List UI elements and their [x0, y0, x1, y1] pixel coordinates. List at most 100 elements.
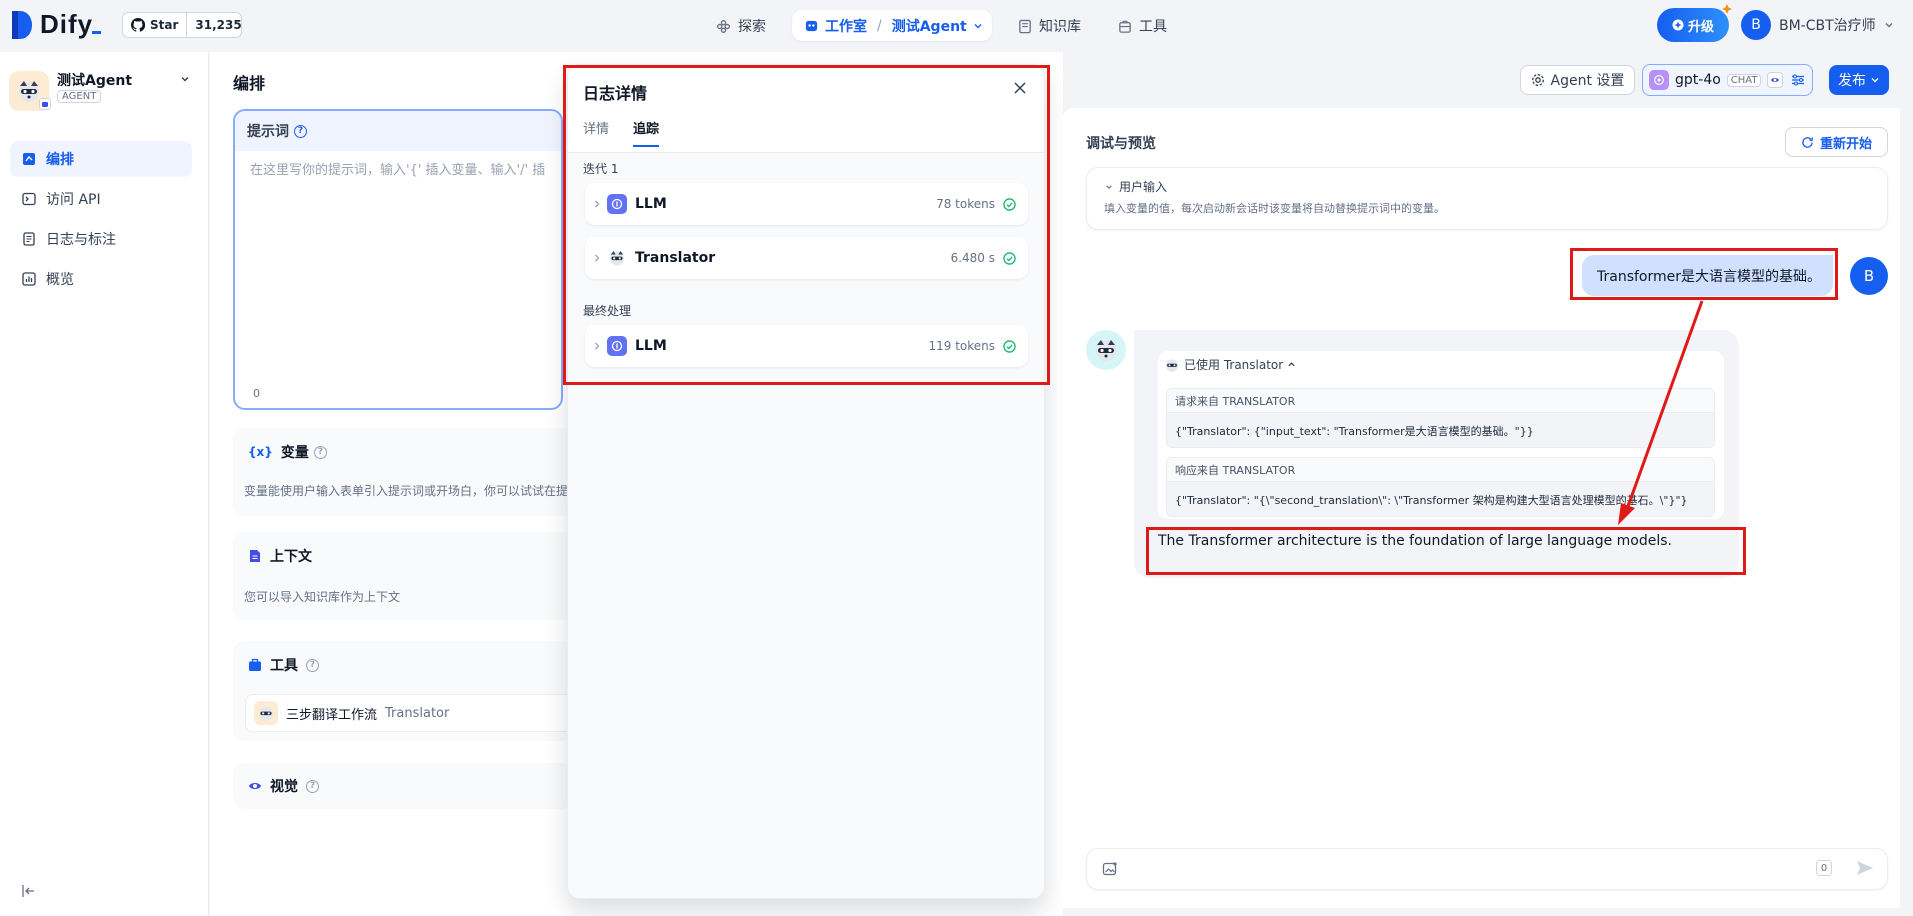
nav-separator: /	[877, 17, 882, 34]
nav-tools-label: 工具	[1139, 19, 1167, 35]
user-input-card[interactable]: 用户输入 填入变量的值，每次启动新会话时该变量将自动替换提示词中的变量。	[1086, 167, 1888, 230]
model-selector[interactable]: gpt-4o CHAT	[1642, 64, 1813, 96]
context-description: 您可以导入知识库作为上下文	[244, 590, 401, 604]
app-name[interactable]: 测试Agent	[57, 70, 132, 90]
nav-tools[interactable]: 工具	[1118, 12, 1167, 40]
help-icon[interactable]: ?	[306, 779, 319, 793]
chevron-down-icon[interactable]	[973, 21, 983, 31]
dify-logo-text[interactable]: Dify	[40, 9, 93, 40]
trace-item-llm[interactable]: LLM 78 tokens	[585, 183, 1028, 225]
gear-icon	[1531, 73, 1545, 87]
publish-button[interactable]: 发布	[1829, 65, 1889, 95]
chevron-right-icon[interactable]	[593, 253, 601, 263]
sidebar-item-orchestrate[interactable]: 编排	[10, 141, 192, 177]
trace-item-name: LLM	[635, 196, 667, 212]
nav-workspace[interactable]: 工作室 / 测试Agent	[792, 10, 992, 41]
agent-badge-icon	[39, 98, 51, 110]
raccoon-icon	[1096, 340, 1116, 361]
nav-knowledge-label: 知识库	[1039, 19, 1081, 35]
input-char-count: 0	[1816, 860, 1832, 876]
trace-item-llm-final[interactable]: LLM 119 tokens	[585, 325, 1028, 367]
tool-used-label: 已使用 Translator	[1184, 358, 1284, 372]
dify-logo-icon[interactable]	[12, 11, 32, 39]
document-icon	[248, 549, 262, 563]
model-badge: CHAT	[1726, 73, 1762, 87]
chevron-down-icon[interactable]	[180, 74, 190, 84]
trace-item-name: Translator	[635, 250, 716, 266]
agent-settings-button[interactable]: Agent 设置	[1520, 65, 1635, 95]
chevron-down-icon[interactable]	[1884, 20, 1894, 30]
openai-icon	[1649, 70, 1669, 90]
help-icon[interactable]: ?	[313, 445, 327, 459]
terminal-icon	[22, 192, 36, 206]
tab-trace[interactable]: 追踪	[633, 118, 660, 147]
restart-button[interactable]: 重新开始	[1785, 127, 1888, 157]
chevron-up-icon[interactable]	[1287, 360, 1296, 369]
sidebar-item-overview[interactable]: 概览	[10, 261, 192, 297]
nav-current-app[interactable]: 测试Agent	[892, 16, 967, 36]
llm-icon	[607, 194, 627, 214]
vision-label: 视觉	[270, 779, 298, 795]
context-label: 上下文	[270, 549, 312, 565]
restart-label: 重新开始	[1819, 136, 1872, 152]
tab-detail[interactable]: 详情	[583, 118, 609, 137]
file-list-icon	[22, 232, 36, 246]
nav-workspace-label[interactable]: 工作室	[825, 16, 867, 36]
bot-answer: The Transformer architecture is the foun…	[1158, 533, 1672, 549]
help-icon[interactable]: ?	[306, 658, 319, 672]
user-menu[interactable]: B BM-CBT治疗师	[1741, 10, 1894, 40]
eye-icon	[248, 780, 262, 792]
variable-icon: {x}	[248, 445, 273, 459]
chart-icon	[22, 272, 36, 286]
chat-input[interactable]	[1130, 854, 1810, 884]
variables-description: 变量能使用户输入表单引入提示词或开场白，你可以试试在提	[244, 484, 569, 498]
user-message-avatar: B	[1850, 257, 1888, 295]
help-icon[interactable]: ?	[294, 124, 307, 138]
log-title: 日志详情	[583, 84, 648, 103]
close-icon[interactable]	[1014, 82, 1026, 94]
check-circle-icon	[1003, 339, 1016, 353]
github-icon	[131, 18, 145, 32]
nav-explore-label: 探索	[738, 19, 766, 35]
model-name: gpt-4o	[1675, 72, 1721, 88]
variables-label: 变量	[280, 445, 309, 461]
trace-item-value: 78 tokens	[936, 197, 995, 211]
collapse-sidebar-icon[interactable]	[22, 885, 36, 897]
image-upload-icon[interactable]	[1102, 861, 1118, 877]
tool-item-translator[interactable]: 三步翻译工作流 Translator	[245, 694, 575, 732]
upgrade-button[interactable]: 升级	[1657, 8, 1729, 42]
trace-item-name: LLM	[635, 338, 667, 354]
github-star-button[interactable]: Star 31,235	[122, 12, 242, 38]
check-circle-icon	[1003, 251, 1016, 265]
user-input-description: 填入变量的值，每次启动新会话时该变量将自动替换提示词中的变量。	[1104, 202, 1445, 215]
user-name[interactable]: BM-CBT治疗师	[1779, 15, 1876, 35]
chevron-right-icon[interactable]	[593, 341, 601, 351]
chevron-right-icon[interactable]	[593, 199, 601, 209]
robot-icon	[804, 18, 819, 33]
sidebar-item-logs[interactable]: 日志与标注	[10, 221, 192, 257]
sidebar-item-label: 日志与标注	[46, 232, 116, 248]
translator-icon	[607, 248, 627, 268]
trace-item-translator[interactable]: Translator 6.480 s	[585, 237, 1028, 279]
chevron-down-icon	[1870, 75, 1880, 85]
send-icon[interactable]	[1856, 860, 1874, 876]
user-message: Transformer是大语言模型的基础。	[1582, 255, 1833, 296]
raccoon-icon	[254, 701, 278, 725]
prompt-char-count: 0	[253, 387, 260, 400]
bot-avatar	[1086, 330, 1126, 370]
chevron-down-icon[interactable]	[1105, 183, 1113, 191]
prompt-editor[interactable]: 提示词 ? 在这里写你的提示词，输入'{' 插入变量、输入'/' 插 0	[233, 109, 563, 410]
sidebar-item-api[interactable]: 访问 API	[10, 181, 192, 217]
translator-icon	[1164, 357, 1180, 373]
book-icon	[1018, 19, 1032, 34]
nav-explore[interactable]: 探索	[716, 12, 766, 40]
upgrade-label: 升级	[1687, 19, 1714, 35]
sliders-icon[interactable]	[1791, 73, 1805, 87]
llm-icon	[607, 336, 627, 356]
prompt-label: 提示词	[247, 124, 289, 140]
nav-knowledge[interactable]: 知识库	[1018, 12, 1081, 40]
user-avatar[interactable]: B	[1741, 10, 1771, 40]
star-badge-icon	[1722, 4, 1732, 14]
prompt-input[interactable]: 在这里写你的提示词，输入'{' 插入变量、输入'/' 插	[235, 151, 561, 186]
eye-icon[interactable]	[1767, 72, 1784, 88]
